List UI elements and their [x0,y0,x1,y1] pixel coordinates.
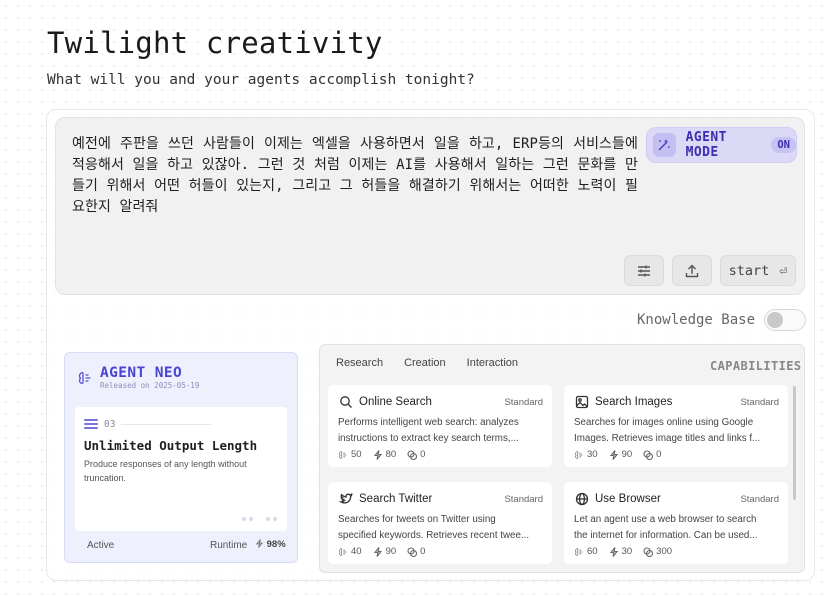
stat-speed: 80 [373,449,396,460]
agent-mode-state-badge: ON [771,137,796,153]
agent-brain-icon [76,369,94,387]
capability-card-use-browser[interactable]: Use Browser Standard Let an agent use a … [564,482,788,564]
stat-brain: 30 [574,449,598,460]
sliders-icon [638,265,650,276]
page-subtitle: What will you and your agents accomplish… [47,72,475,88]
upload-button[interactable] [672,255,712,286]
runtime-label: Runtime [210,540,248,551]
feature-description: Produce responses of any length without … [84,459,247,483]
agent-release-date: Released on 2025-05-19 [100,381,200,390]
capabilities-label: CAPABILITIES [710,359,802,373]
agent-name: AGENT NEO [100,365,183,381]
toggle-knob [767,312,783,328]
capability-tier: Standard [504,397,543,408]
lightning-icon [609,449,618,460]
capability-tier: Standard [740,397,779,408]
stat-speed: 90 [373,546,396,557]
lightning-icon [373,449,382,460]
capability-name: Use Browser [595,493,661,505]
stat-brain: 40 [338,546,362,557]
divider [121,423,212,425]
tab-research[interactable]: Research [336,357,383,369]
brain-icon [575,450,583,459]
enter-key-icon: ⏎ [779,262,788,279]
capability-name: Search Twitter [359,493,433,505]
start-label: start [728,262,770,279]
stat-cost: 300 [643,546,672,557]
capability-description: Performs intelligent web search: analyze… [338,417,519,444]
capability-description: Let an agent use a web browser to search… [574,514,758,541]
coins-icon [643,449,654,460]
twitter-icon [339,492,353,504]
stat-brain: 60 [574,546,598,557]
capability-description: Searches for images online using Google I… [574,417,761,444]
brain-icon [339,547,347,556]
settings-sliders-button[interactable] [624,255,664,286]
capability-card-search-images[interactable]: Search Images Standard Searches for imag… [564,385,788,467]
carousel-dots[interactable] [242,517,277,521]
knowledge-base-label: Knowledge Base [637,312,756,328]
capability-name: Online Search [359,396,432,408]
coins-icon [407,546,418,557]
stat-speed: 30 [609,546,632,557]
coins-icon [643,546,654,557]
stat-cost: 0 [643,449,661,460]
magic-wand-icon [653,133,676,157]
capability-tier: Standard [504,494,543,505]
capability-description: Searches for tweets on Twitter using spec… [338,514,530,541]
capabilities-scrollbar[interactable] [793,386,796,500]
agent-mode-toggle[interactable]: AGENT MODE ON [646,127,797,163]
search-icon [340,396,352,408]
image-icon [575,395,589,409]
page-title: Twilight creativity [47,26,383,60]
prompt-box[interactable]: 예전에 주판을 쓰던 사람들이 이제는 엑셀을 사용하면서 일을 하고, ERP… [55,117,805,295]
capability-card-search-twitter[interactable]: Search Twitter Standard Searches for twe… [328,482,552,564]
capability-card-online-search[interactable]: Online Search Standard Performs intellig… [328,385,552,467]
feature-index: 03 [104,418,116,430]
capability-name: Search Images [595,396,673,408]
stat-brain: 50 [338,449,362,460]
tab-creation[interactable]: Creation [404,357,446,369]
agent-card[interactable]: AGENT NEO Released on 2025-05-19 03 Unli… [64,352,298,563]
runtime-value: 98% [255,539,286,550]
tab-interaction[interactable]: Interaction [467,357,518,369]
brain-icon [575,547,583,556]
coins-icon [407,449,418,460]
agent-status: Active [87,540,115,551]
upload-icon [685,264,699,277]
start-button[interactable]: start ⏎ [720,255,796,286]
feature-panel: 03 Unlimited Output Length Produce respo… [75,407,287,531]
capabilities-panel: Research Creation Interaction CAPABILITI… [319,344,805,573]
lightning-icon [609,546,618,557]
brain-icon [339,450,347,459]
globe-icon [575,492,589,506]
capability-tier: Standard [740,494,779,505]
lightning-icon [255,539,264,548]
menu-lines-icon [84,417,98,431]
feature-title: Unlimited Output Length [84,438,258,453]
stat-speed: 90 [609,449,632,460]
stat-cost: 0 [407,546,425,557]
stat-cost: 0 [407,449,425,460]
lightning-icon [373,546,382,557]
prompt-input[interactable]: 예전에 주판을 쓰던 사람들이 이제는 엑셀을 사용하면서 일을 하고, ERP… [72,134,638,218]
knowledge-base-toggle[interactable] [764,309,806,331]
agent-mode-label: AGENT MODE [685,130,727,160]
